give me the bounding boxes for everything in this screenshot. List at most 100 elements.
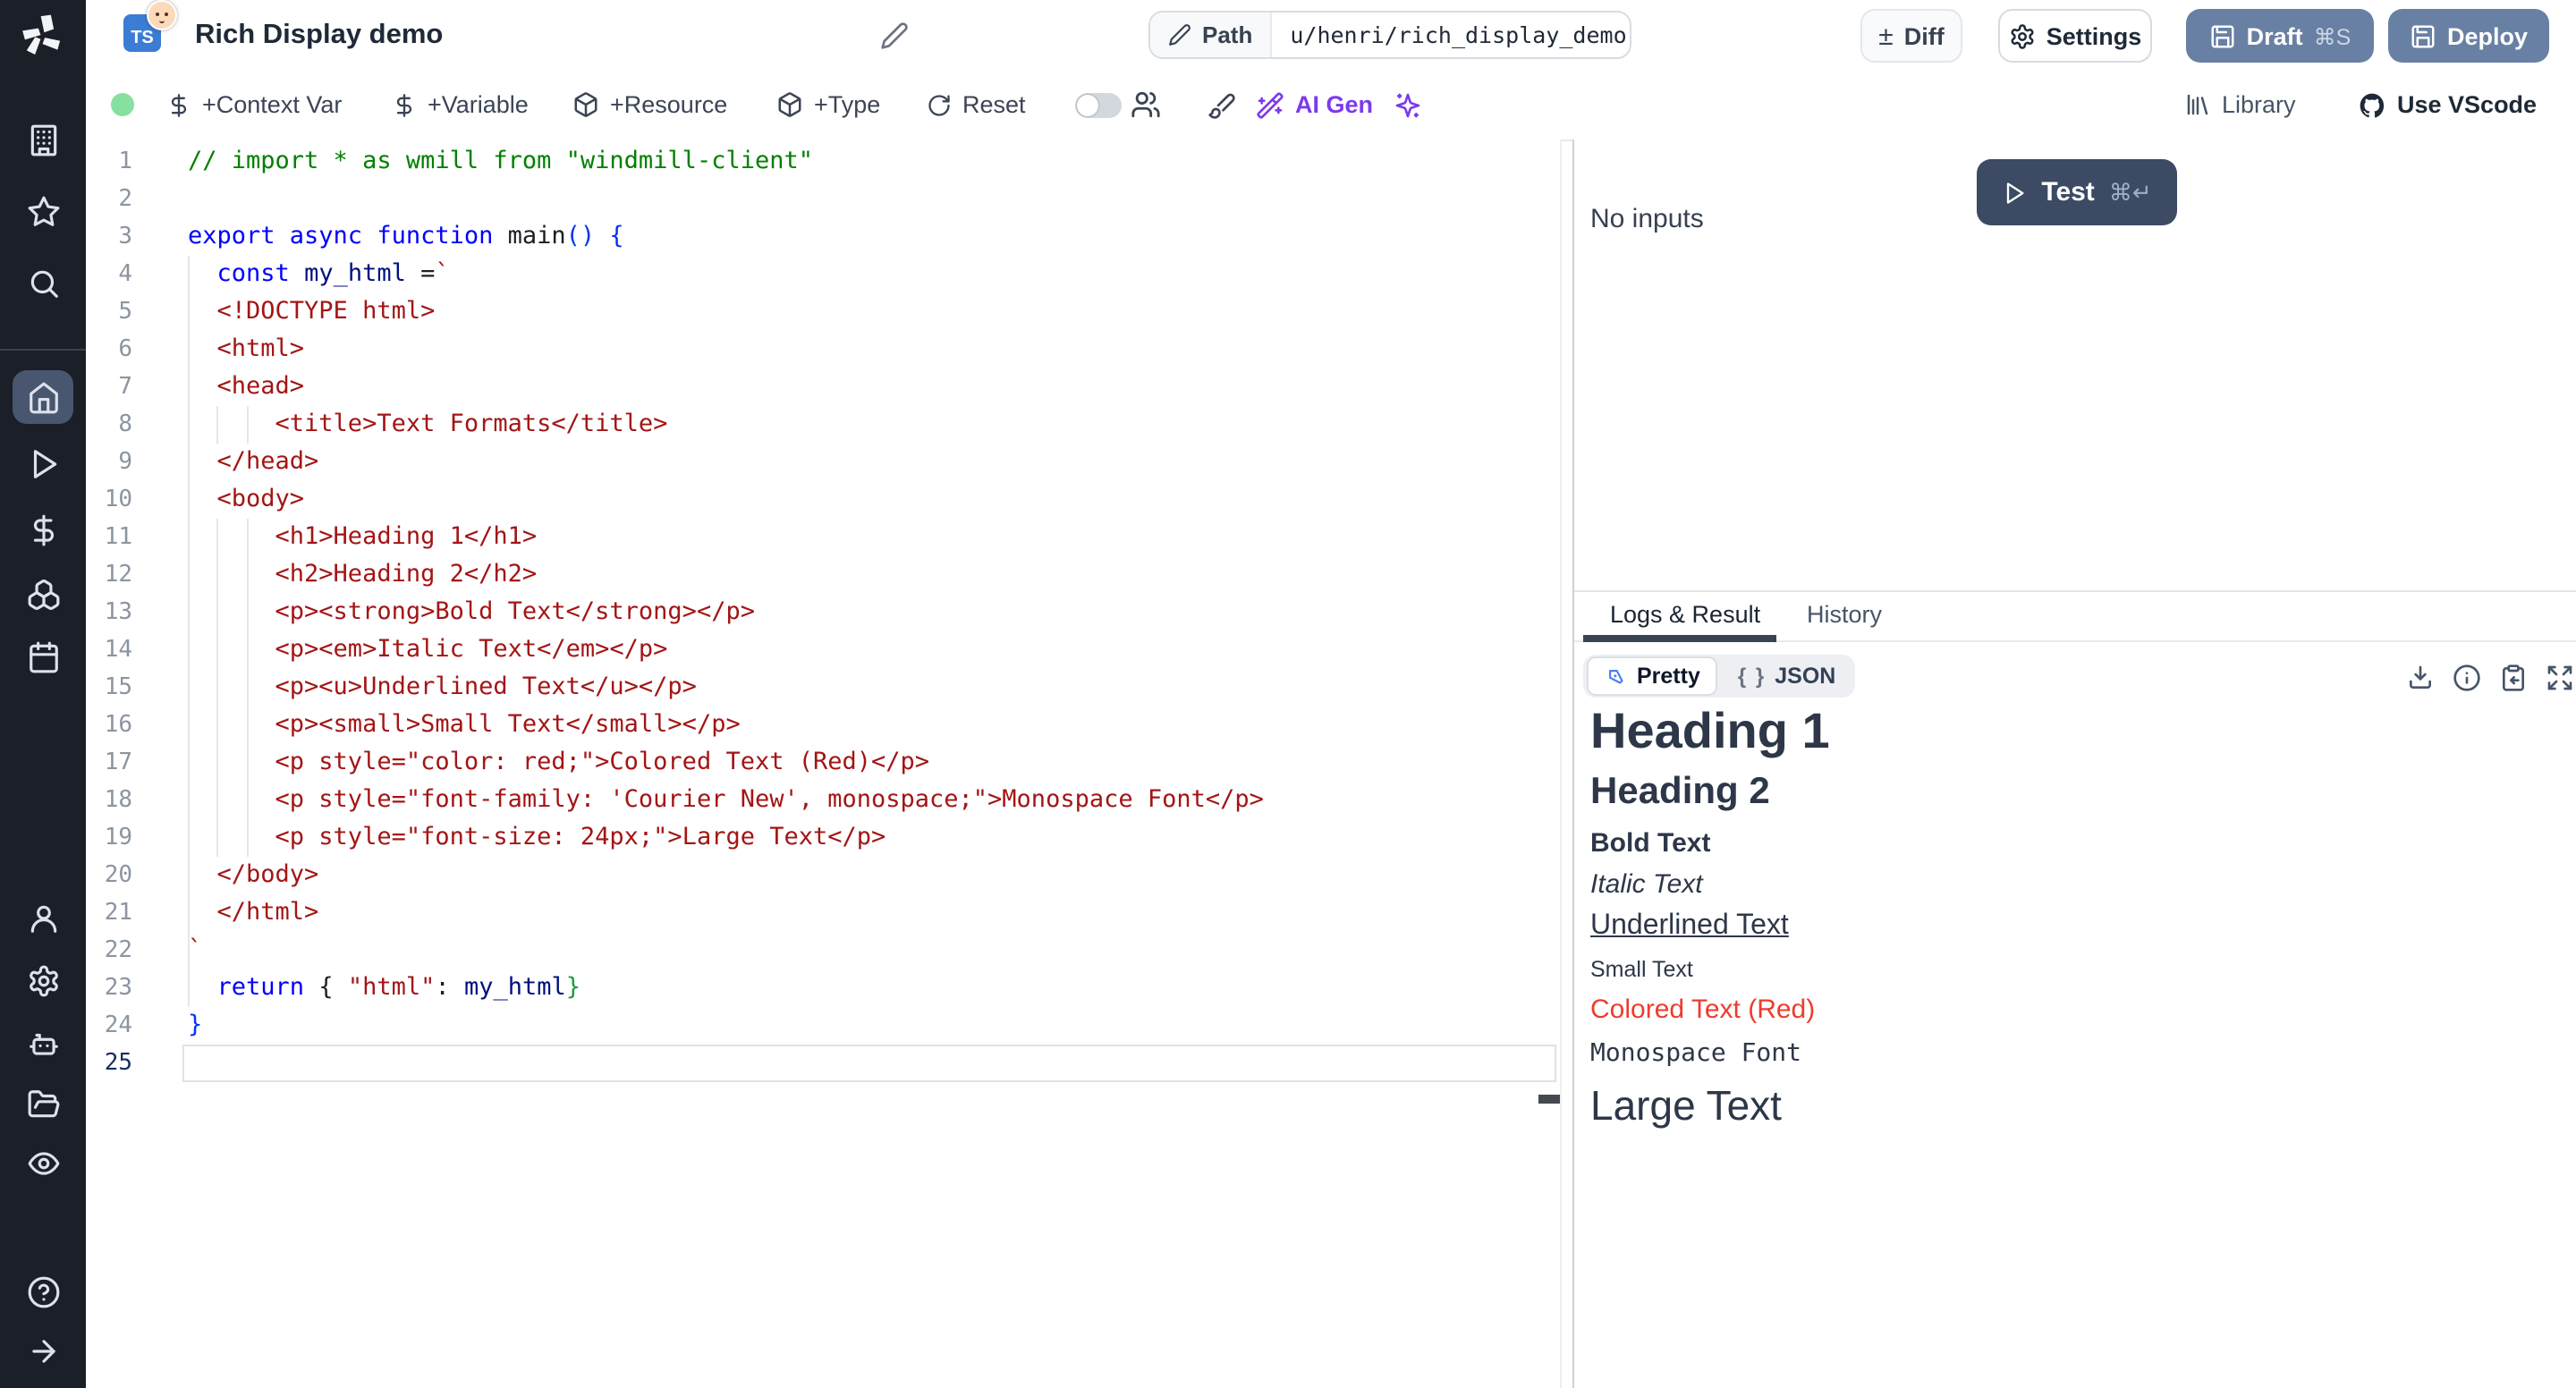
ai-assistant-button[interactable] <box>1394 72 1422 138</box>
reset-button[interactable]: Reset <box>927 72 1026 138</box>
result-item-red: Colored Text (Red) <box>1590 993 2558 1027</box>
result-item-mono: Monospace Font <box>1590 1037 2558 1070</box>
status-dot <box>111 93 134 116</box>
draft-button[interactable]: Draft ⌘S <box>2186 9 2374 63</box>
view-mode-pretty[interactable]: Pretty <box>1587 656 1718 696</box>
windmill-logo-icon[interactable] <box>18 11 68 61</box>
line-number: 3 <box>86 218 182 256</box>
line-number: 17 <box>86 744 182 782</box>
sidebar-item-favorites[interactable] <box>0 184 86 238</box>
tab-logs-result[interactable]: Logs & Result <box>1610 601 1760 628</box>
star-icon <box>26 194 60 228</box>
code-line: 17 <p style="color: red;">Colored Text (… <box>86 744 1560 782</box>
editor-toolbar: +Context Var +Variable +Resource +Type R… <box>86 72 2576 141</box>
line-number: 7 <box>86 368 182 406</box>
sidebar-item-help[interactable] <box>0 1265 86 1318</box>
sidebar-item-search[interactable] <box>0 256 86 309</box>
test-shortcut: ⌘↵ <box>2109 178 2152 207</box>
line-number: 5 <box>86 293 182 331</box>
code-line: 23 return { "html": my_html} <box>86 969 1560 1007</box>
use-vscode-button[interactable]: Use VScode <box>2358 72 2537 138</box>
library-icon <box>2184 91 2211 118</box>
add-variable-button[interactable]: +Variable <box>392 72 529 138</box>
sidebar-item-collapse[interactable] <box>0 1324 86 1377</box>
sidebar-item-folders[interactable] <box>0 1077 86 1130</box>
code-editor[interactable]: 1// import * as wmill from "windmill-cli… <box>86 140 1560 1388</box>
gear-icon <box>2009 22 2036 49</box>
add-resource-button[interactable]: +Resource <box>572 72 727 138</box>
sidebar-item-settings[interactable] <box>0 953 86 1007</box>
result-item-italic: Italic Text <box>1590 868 2558 901</box>
collaborators-button[interactable] <box>1131 72 1161 138</box>
test-button[interactable]: Test ⌘↵ <box>1977 159 2177 225</box>
result-item-bold: Bold Text <box>1590 826 2558 860</box>
sidebar-item-runs[interactable] <box>0 436 86 490</box>
deploy-button[interactable]: Deploy <box>2388 9 2549 63</box>
sidebar-divider <box>0 349 86 351</box>
line-number: 11 <box>86 519 182 556</box>
dollar-icon <box>26 512 60 546</box>
clipboard-copy-icon[interactable] <box>2499 664 2528 692</box>
editor-right-edge <box>1560 140 1562 1388</box>
play-icon <box>2002 180 2027 205</box>
sidebar-item-resources[interactable] <box>0 567 86 621</box>
sidebar-item-home[interactable] <box>0 370 86 424</box>
calendar-icon <box>26 639 60 673</box>
view-mode-json[interactable]: { } JSON <box>1722 658 1852 694</box>
result-item-small: Small Text <box>1590 955 2558 984</box>
code-line: 24} <box>86 1007 1560 1045</box>
expand-icon[interactable] <box>2546 664 2574 692</box>
sidebar-item-workers[interactable] <box>0 1016 86 1070</box>
code-line: 5 <!DOCTYPE html> <box>86 293 1560 331</box>
path-value[interactable]: u/henri/rich_display_demo <box>1272 21 1631 48</box>
diff-mode-toggle[interactable] <box>1075 93 1122 118</box>
result-item-underline: Underlined Text <box>1590 909 2558 944</box>
no-inputs-label: No inputs <box>1590 204 1704 234</box>
add-type-button[interactable]: +Type <box>776 72 880 138</box>
arrow-right-icon <box>26 1333 60 1367</box>
code-lines: 1// import * as wmill from "windmill-cli… <box>86 143 1560 1082</box>
active-tab-underline <box>1583 635 1776 642</box>
edit-summary-pencil-icon[interactable] <box>880 21 909 50</box>
package-icon <box>776 91 803 118</box>
sidebar-item-variables[interactable] <box>0 503 86 556</box>
line-number: 24 <box>86 1007 182 1045</box>
line-number: 15 <box>86 669 182 707</box>
code-line: 6 <html> <box>86 331 1560 368</box>
sidebar-item-workspace[interactable] <box>0 113 86 166</box>
code-line: 19 <p style="font-size: 24px;">Large Tex… <box>86 819 1560 857</box>
code-line: 21 </html> <box>86 894 1560 932</box>
sidebar-item-schedules[interactable] <box>0 630 86 683</box>
path-field[interactable]: Path u/henri/rich_display_demo <box>1148 11 1631 59</box>
top-bar: TS Rich Display demo Path u/henri/rich_d… <box>86 0 2576 73</box>
save-icon <box>2410 22 2436 49</box>
library-button[interactable]: Library <box>2184 72 2296 138</box>
info-icon[interactable] <box>2453 664 2481 692</box>
line-number: 16 <box>86 707 182 744</box>
tab-history[interactable]: History <box>1807 601 1882 628</box>
sparkles-icon <box>1394 90 1422 119</box>
result-actions <box>2406 664 2574 692</box>
format-button[interactable] <box>1208 72 1236 138</box>
folder-open-icon <box>26 1087 60 1121</box>
save-icon <box>2209 22 2236 49</box>
result-item-h2: Heading 2 <box>1590 771 2558 814</box>
magic-wand-icon <box>1256 90 1284 119</box>
rendered-result: Heading 1Heading 2Bold TextItalic TextUn… <box>1590 701 2558 1130</box>
ai-gen-button[interactable]: AI Gen <box>1256 72 1373 138</box>
building-icon <box>26 123 60 157</box>
users-icon <box>1131 89 1161 120</box>
help-circle-icon <box>26 1274 60 1308</box>
sidebar-item-account[interactable] <box>0 891 86 944</box>
code-line: 7 <head> <box>86 368 1560 406</box>
settings-button[interactable]: Settings <box>1998 9 2152 63</box>
add-context-var-button[interactable]: +Context Var <box>166 72 342 138</box>
diff-button[interactable]: ± Diff <box>1860 9 1962 63</box>
line-number: 13 <box>86 594 182 631</box>
code-line: 4 const my_html =` <box>86 256 1560 293</box>
code-line: 13 <p><strong>Bold Text</strong></p> <box>86 594 1560 631</box>
code-line: 16 <p><small>Small Text</small></p> <box>86 707 1560 744</box>
download-icon[interactable] <box>2406 664 2435 692</box>
dollar-icon <box>392 92 417 117</box>
sidebar-item-audit-logs[interactable] <box>0 1136 86 1189</box>
